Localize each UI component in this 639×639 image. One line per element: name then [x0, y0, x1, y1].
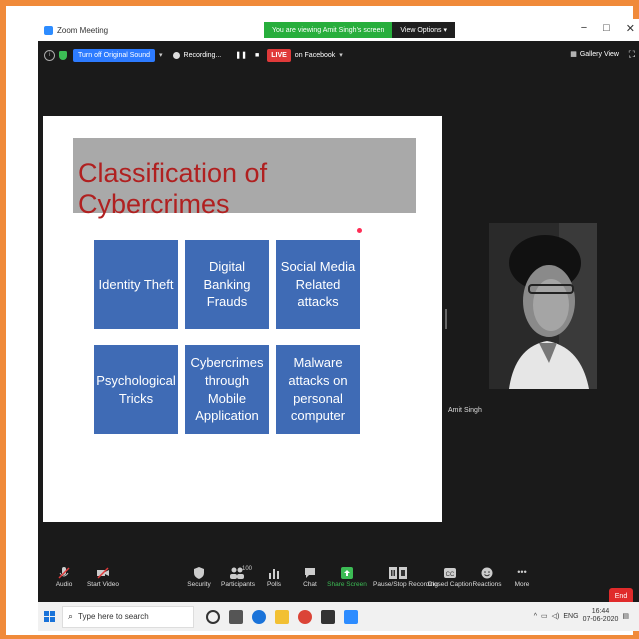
participant-video: [489, 223, 597, 389]
share-screen-button[interactable]: Share Screen: [322, 566, 372, 588]
slide-box: Cybercrimes through Mobile Application: [185, 345, 269, 434]
share-screen-label: Share Screen: [327, 581, 367, 588]
windows-start-icon[interactable]: [44, 610, 56, 623]
title-bar: Zoom Meeting You are viewing Amit Singh'…: [38, 19, 639, 41]
gallery-view-label: Gallery View: [579, 50, 619, 58]
viewing-screen-label: You are viewing Amit Singh's screen: [264, 22, 393, 38]
more-label: More: [514, 581, 530, 588]
view-options-button[interactable]: View Options ▾: [392, 22, 455, 38]
chevron-up-icon[interactable]: ^: [534, 613, 537, 620]
record-icon: [172, 51, 180, 59]
shield-icon: [193, 566, 205, 579]
slide-box: Social Media Related attacks: [276, 240, 360, 329]
start-video-label: Start Video: [86, 581, 120, 588]
microphone-icon: [58, 566, 70, 579]
video-off-icon: [97, 566, 109, 579]
pause-stop-label: Pause/Stop Recording: [373, 581, 439, 588]
svg-text:CC: CC: [446, 572, 455, 578]
more-button[interactable]: ••• More: [497, 566, 547, 588]
slide-box: Malware attacks on personal computer: [276, 345, 360, 434]
slide-box: Digital Banking Frauds: [185, 240, 269, 329]
recording-status: Recording...: [183, 51, 222, 59]
zoom-window: Zoom Meeting You are viewing Amit Singh'…: [38, 19, 639, 631]
taskbar-pinned-apps: [206, 609, 358, 624]
polls-icon: [268, 566, 280, 579]
original-sound-label: Turn off Original Sound: [78, 51, 150, 59]
window-title: Zoom Meeting: [57, 25, 109, 35]
minimize-button[interactable]: −: [581, 22, 587, 35]
chrome-icon[interactable]: [298, 609, 312, 624]
pointer-dot: [357, 228, 362, 233]
chevron-down-icon: ▾: [339, 52, 343, 59]
stop-recording-icon[interactable]: ■: [255, 52, 259, 59]
grid-icon: ▦: [570, 51, 577, 58]
maximize-button[interactable]: □: [603, 22, 610, 35]
meeting-controls: Audio Start Video Security 100 Participa…: [38, 554, 639, 605]
search-placeholder: Type here to search: [78, 612, 149, 621]
reactions-icon: [481, 566, 493, 579]
participant-name: Amit Singh: [448, 407, 482, 414]
share-screen-icon: [341, 566, 353, 579]
splitter-handle[interactable]: [445, 309, 447, 329]
search-icon: ⌕: [68, 611, 74, 621]
task-view-icon[interactable]: [229, 609, 243, 624]
facebook-label: on Facebook: [294, 51, 336, 59]
language-indicator[interactable]: ENG: [563, 613, 578, 620]
original-sound-button[interactable]: Turn off Original Sound: [73, 48, 155, 62]
pause-recording-icon[interactable]: ❚❚: [235, 51, 247, 59]
file-explorer-icon[interactable]: [275, 609, 289, 624]
chat-icon: [304, 566, 316, 578]
window-controls: − □ ✕: [581, 22, 635, 35]
pause-stop-recording-button[interactable]: Pause/Stop Recording: [373, 566, 439, 588]
taskbar-search[interactable]: ⌕ Type here to search: [62, 605, 194, 628]
more-icon: •••: [517, 567, 527, 577]
gallery-view-button[interactable]: ▦ Gallery View: [570, 50, 619, 59]
shield-icon[interactable]: [59, 50, 67, 60]
date: 07-06-2020: [582, 616, 619, 624]
network-icon[interactable]: ▭: [541, 612, 548, 620]
clock[interactable]: 16:44 07-06-2020: [583, 608, 619, 625]
view-options-label: View Options: [400, 26, 442, 34]
closed-caption-icon: CC: [444, 566, 456, 578]
windows-taskbar: ⌕ Type here to search ^ ▭ ◁) ENG 16:44 0…: [38, 602, 639, 631]
app-icon[interactable]: [321, 609, 335, 624]
frame-bottom-edge: [0, 635, 639, 639]
notifications-icon[interactable]: ▤: [622, 612, 629, 620]
participant-photo: [489, 223, 597, 389]
slide-box: Psychological Tricks: [94, 345, 178, 434]
slide-title-banner: Classification of Cybercrimes: [73, 138, 416, 219]
close-button[interactable]: ✕: [626, 22, 635, 35]
start-video-button[interactable]: Start Video: [78, 566, 128, 588]
edge-icon[interactable]: [252, 609, 266, 624]
live-on-facebook-menu[interactable]: on Facebook ▾: [294, 51, 343, 60]
zoom-logo-icon: [44, 25, 53, 35]
shared-slide: Classification of Cybercrimes Identity T…: [43, 116, 442, 522]
chevron-down-icon: ▾: [441, 27, 447, 34]
zoom-taskbar-icon[interactable]: [344, 609, 358, 624]
system-tray: ^ ▭ ◁) ENG 16:44 07-06-2020 ▤: [534, 608, 629, 625]
pause-stop-icon: [389, 566, 407, 579]
slide-box: Identity Theft: [94, 240, 178, 329]
info-icon[interactable]: i: [44, 49, 55, 61]
share-banner: You are viewing Amit Singh's screen View…: [264, 22, 455, 38]
slide-title: Classification of Cybercrimes: [78, 158, 268, 219]
top-toolbar: i Turn off Original Sound ▾ Recording...…: [38, 41, 639, 69]
chevron-down-icon[interactable]: ▾: [159, 51, 163, 59]
volume-icon[interactable]: ◁): [552, 612, 560, 620]
cortana-icon[interactable]: [206, 609, 220, 624]
live-badge: LIVE: [267, 48, 291, 62]
time: 16:44: [591, 608, 610, 615]
participants-icon: 100: [226, 566, 252, 579]
fullscreen-icon[interactable]: ⛶: [629, 49, 635, 60]
